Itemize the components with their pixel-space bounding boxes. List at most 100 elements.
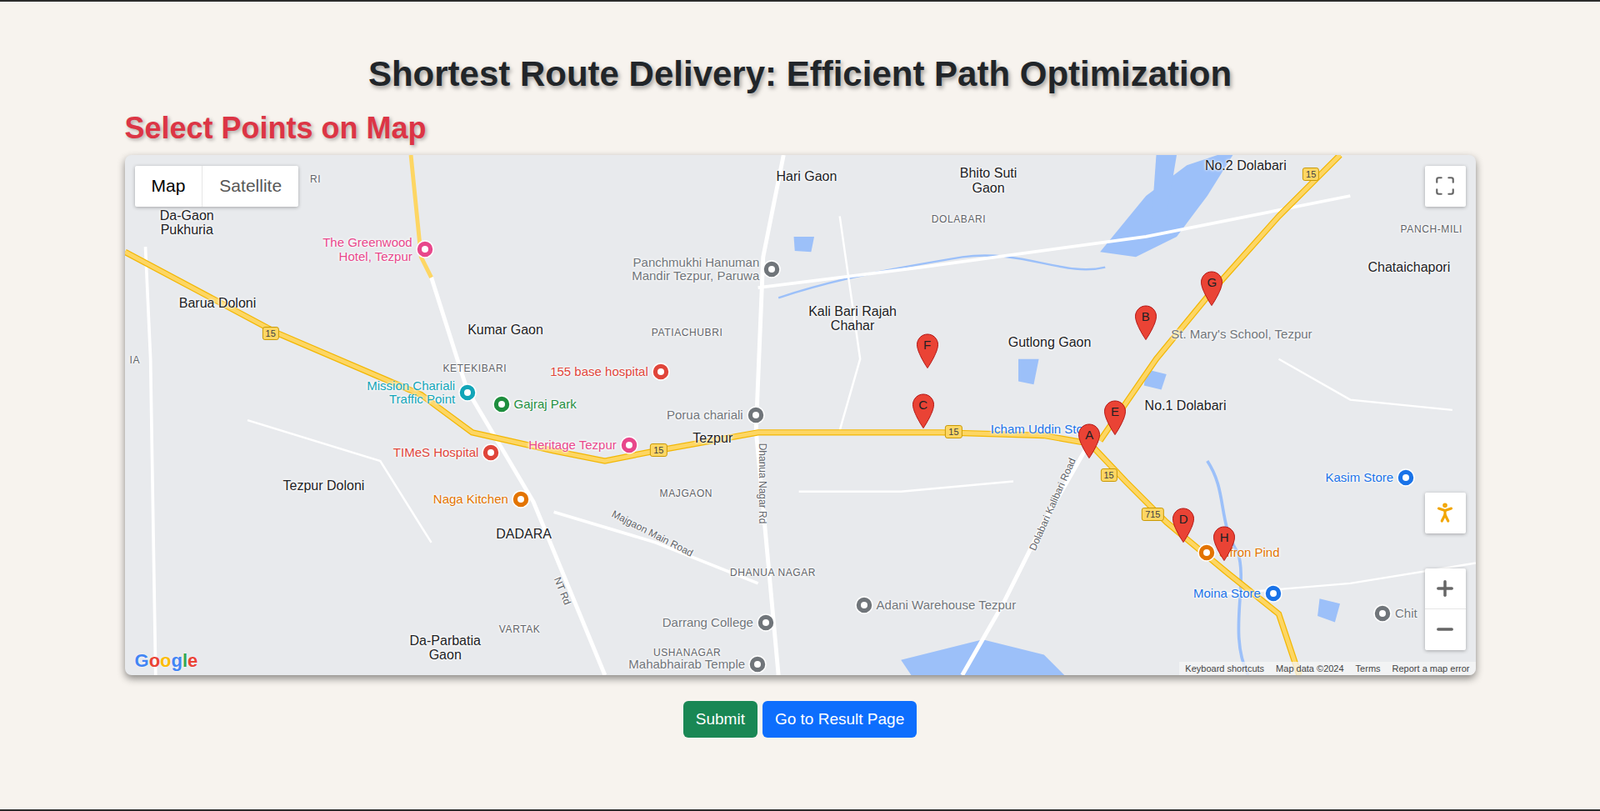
river [1206,460,1248,675]
footer-link[interactable]: Terms [1350,661,1387,675]
map[interactable]: Dhanua Nagar RdDolabari Kalibari RoadMaj… [125,155,1476,675]
water [1150,155,1177,227]
poi-icon[interactable] [762,260,781,279]
road [798,480,1013,491]
poi-label: Mission Chariali Traffic Point [338,378,455,406]
zoom-out-button[interactable] [1425,609,1466,650]
map-footer: Keyboard shortcutsMap data ©2024TermsRep… [1179,661,1475,675]
poi-label: Naga Kitchen [433,492,509,507]
poi[interactable]: Kasim Store [1396,468,1415,487]
footer-link[interactable]: Map data ©2024 [1270,661,1350,675]
poi-icon[interactable] [1373,604,1392,623]
highway [410,155,432,278]
minus-icon [1433,617,1457,641]
map-type-control: MapSatellite [135,165,300,207]
place-label: Tezpur [692,430,733,446]
water [900,639,1065,675]
poi[interactable]: Mission Chariali Traffic Point [458,383,477,402]
map-marker[interactable]: B [1134,305,1158,341]
map-marker[interactable]: G [1200,270,1224,307]
poi-icon[interactable] [481,443,500,462]
poi-label: Porua chariali [666,407,744,422]
road [757,195,1350,288]
poi[interactable]: The Greenwood Hotel, Tezpur [415,240,435,259]
map-marker[interactable]: C [911,393,935,430]
poi[interactable]: Adani Warehouse Tezpur [855,595,874,615]
route-shield: 715 [1141,507,1164,521]
action-button[interactable]: Go to Result Page [762,700,917,739]
poi-icon[interactable] [651,362,670,381]
poi-icon[interactable] [458,383,477,402]
poi[interactable]: Panchmukhi Hanuman Mandir Tezpur, Paruwa [762,260,781,279]
poi-icon[interactable] [748,655,767,674]
place-label: Tezpur Doloni [283,478,365,494]
place-label: DOLABARI [931,214,987,225]
marker-label: E [1103,404,1127,420]
footer-link[interactable]: Keyboard shortcuts [1179,661,1270,675]
place-label: MAJGAON [660,488,714,500]
place-label: VARTAK [499,624,541,635]
road [1278,358,1452,410]
poi[interactable]: 155 base hospital [651,362,670,381]
poi[interactable]: Heritage Tezpur [620,435,639,455]
place-label: Gutlong Gaon [1008,335,1092,350]
map-marker[interactable]: H [1212,525,1236,562]
highway [125,251,1300,675]
poi[interactable]: affron Pind [1197,543,1216,562]
footer-link[interactable]: Report a map error [1386,661,1476,675]
map-marker[interactable]: E [1103,400,1127,436]
poi-label: Gajraj Park [514,397,577,412]
map-marker[interactable]: F [915,333,940,370]
poi-icon[interactable] [511,490,530,509]
water [1018,358,1040,385]
poi-label: St. Mary's School, Tezpur [1170,327,1312,342]
map-type-button[interactable]: Map [135,165,203,207]
place-label: RI [310,175,321,186]
poi-icon[interactable] [1264,584,1283,603]
poi[interactable]: Chit [1373,604,1392,623]
map-marker[interactable]: A [1077,423,1101,460]
poi-icon[interactable] [1197,543,1216,562]
poi[interactable]: Naga Kitchen [511,490,530,509]
place-label: No.2 Dolabari [1205,158,1287,174]
poi-label: Moina Store [1193,585,1261,600]
action-button[interactable]: Submit [683,700,758,739]
poi-label: Adani Warehouse Tezpur [876,598,1017,613]
place-label: Da-Gaon Pukhuria [145,208,229,238]
poi[interactable]: Darrang College [756,613,775,632]
poi-label: The Greenwood Hotel, Tezpur [308,235,413,264]
place-label: Kali Bari Rajah Chahar [805,304,900,334]
street-view-button[interactable] [1425,492,1466,534]
poi-icon[interactable] [746,405,765,425]
road-label: Dhanua Nagar Rd [755,442,770,524]
poi[interactable]: Moina Store [1264,584,1283,603]
zoom-in-button[interactable] [1425,568,1466,610]
poi-icon[interactable] [620,435,639,455]
road [430,276,605,675]
section-subtitle: Select Points on Map [125,110,1476,146]
poi[interactable]: TIMeS Hospital [481,443,500,462]
place-label: Da-Parbatia Gaon [403,633,487,663]
poi-icon[interactable] [756,613,775,632]
poi-icon[interactable] [492,395,511,414]
road-label: Dolabari Kalibari Road [1025,455,1080,554]
poi-label: Panchmukhi Hanuman Mandir Tezpur, Paruwa [613,255,760,283]
poi[interactable]: Gajraj Park [492,395,511,414]
marker-label: F [915,337,940,353]
highway [1100,155,1340,441]
poi-icon[interactable] [415,240,435,259]
route-shield: 15 [1100,468,1118,482]
poi-icon[interactable] [1396,468,1415,487]
place-label: Barua Doloni [179,295,257,311]
poi-icon[interactable] [855,595,874,615]
map-marker[interactable]: D [1171,507,1195,544]
route-shield: 15 [650,443,667,457]
fullscreen-button[interactable] [1425,165,1466,207]
route-shield: 15 [1302,167,1320,181]
place-label: PATIACHUBRI [651,327,724,339]
fullscreen-icon [1434,175,1456,197]
poi[interactable]: Mahabhairab Temple [748,655,767,674]
place-label: Kumar Gaon [467,322,544,338]
poi[interactable]: Porua chariali [746,405,765,425]
map-type-button[interactable]: Satellite [201,165,299,207]
